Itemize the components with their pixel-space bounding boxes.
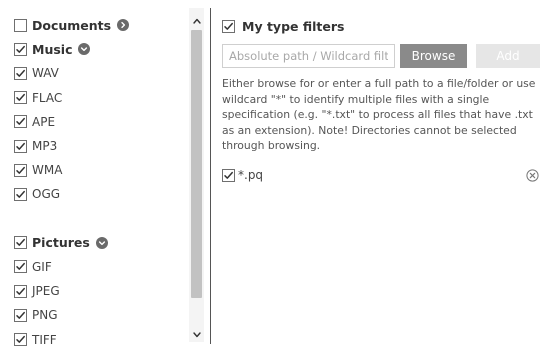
list-item-label: OGG	[32, 187, 61, 202]
list-item-tiff[interactable]: TIFF	[14, 327, 188, 349]
list-item-gif[interactable]: GIF	[14, 255, 188, 279]
my-type-filters-header[interactable]: My type filters	[222, 19, 344, 34]
music-checkbox[interactable]	[14, 42, 27, 56]
list-item-label: WMA	[32, 163, 63, 178]
flac-checkbox[interactable]	[14, 91, 27, 105]
gif-checkbox[interactable]	[14, 260, 27, 274]
chevron-down-circle-icon[interactable]	[95, 236, 108, 249]
list-item-png[interactable]: PNG	[14, 303, 188, 327]
path-filter-input[interactable]	[222, 44, 395, 68]
category-documents-label: Documents	[32, 17, 112, 33]
list-item-filter-pq[interactable]: *.pq	[222, 166, 540, 184]
my-type-filters-checkbox[interactable]	[222, 20, 235, 33]
ape-checkbox[interactable]	[14, 115, 27, 129]
browse-button[interactable]: Browse	[400, 44, 467, 68]
wma-checkbox[interactable]	[14, 163, 27, 177]
list-item-mp3[interactable]: MP3	[14, 134, 188, 158]
list-item-ogg[interactable]: OGG	[14, 182, 188, 206]
list-item-label: MP3	[32, 139, 58, 154]
list-item-label: WAV	[32, 66, 59, 81]
jpeg-checkbox[interactable]	[14, 284, 27, 298]
filter-help-text: Either browse for or enter a full path t…	[222, 77, 536, 152]
scroll-down-arrow-icon[interactable]	[189, 328, 204, 341]
list-item-wma[interactable]: WMA	[14, 158, 188, 182]
category-documents[interactable]: Documents	[14, 13, 188, 37]
chevron-down-circle-icon[interactable]	[78, 43, 91, 56]
scroll-up-arrow-icon[interactable]	[189, 14, 204, 27]
documents-checkbox[interactable]	[14, 18, 27, 32]
remove-circle-x-icon[interactable]	[526, 169, 539, 182]
list-item-wav[interactable]: WAV	[14, 61, 188, 85]
tiff-checkbox[interactable]	[14, 333, 27, 347]
list-item-label: PNG	[32, 308, 58, 323]
list-item-label: APE	[32, 114, 56, 129]
list-item-label: JPEG	[32, 284, 60, 299]
chevron-right-circle-icon[interactable]	[117, 19, 130, 32]
list-item-flac[interactable]: FLAC	[14, 86, 188, 110]
category-music-label: Music	[32, 41, 73, 57]
list-item-jpeg[interactable]: JPEG	[14, 279, 188, 303]
panel-divider	[210, 8, 211, 344]
my-type-filters-label: My type filters	[242, 19, 345, 34]
file-type-filter-panel: Documents Music WAV FLAC APE MP3 WMA OGG…	[0, 0, 544, 349]
list-item-ape[interactable]: APE	[14, 110, 188, 134]
list-item-label: GIF	[32, 259, 52, 274]
png-checkbox[interactable]	[14, 308, 27, 322]
category-list: Documents Music WAV FLAC APE MP3 WMA OGG…	[14, 13, 188, 349]
category-list-panel: Documents Music WAV FLAC APE MP3 WMA OGG…	[0, 0, 210, 349]
category-pictures[interactable]: Pictures	[14, 231, 188, 255]
add-button[interactable]: Add	[476, 44, 540, 68]
wav-checkbox[interactable]	[14, 66, 27, 80]
category-spacer	[14, 207, 188, 231]
scrollbar-thumb[interactable]	[191, 30, 202, 298]
list-item-label: TIFF	[32, 332, 57, 347]
ogg-checkbox[interactable]	[14, 187, 27, 201]
filter-pq-label: *.pq	[238, 168, 264, 182]
category-music[interactable]: Music	[14, 37, 188, 61]
list-item-label: FLAC	[32, 90, 63, 105]
category-scrollbar[interactable]	[189, 8, 204, 342]
category-pictures-label: Pictures	[32, 235, 90, 251]
mp3-checkbox[interactable]	[14, 139, 27, 153]
filter-pq-checkbox[interactable]	[222, 168, 235, 182]
pictures-checkbox[interactable]	[14, 236, 27, 250]
my-type-filters-panel: My type filters Browse Add Either browse…	[222, 0, 544, 349]
